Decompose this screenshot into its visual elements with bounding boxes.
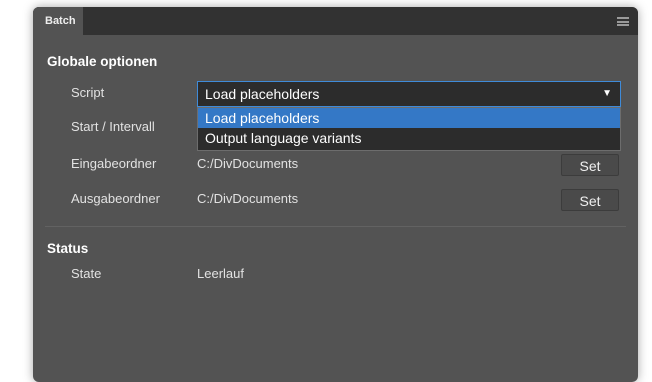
script-option-output-language-variants[interactable]: Output language variants [198,128,620,148]
script-option-load-placeholders[interactable]: Load placeholders [198,108,620,128]
state-label: State [71,266,102,281]
script-dropdown-list: Load placeholders Output language varian… [197,107,621,151]
state-value: Leerlauf [197,266,244,281]
output-folder-path: C:/DivDocuments [197,191,299,206]
panel-tab-bar: Batch [33,7,638,35]
batch-panel: Batch Globale optionen Script Start / In… [33,7,638,382]
tab-batch[interactable]: Batch [33,7,83,35]
input-folder-set-button[interactable]: Set [561,154,619,176]
script-select[interactable]: Load placeholders ▼ [197,81,621,107]
section-divider [45,226,626,227]
output-folder-label: Ausgabeordner [71,191,160,206]
input-folder-path: C:/DivDocuments [197,156,299,171]
script-select-value: Load placeholders [205,86,320,102]
panel-menu-icon[interactable] [617,17,629,26]
dropdown-arrow-icon[interactable]: ▼ [602,82,612,106]
status-heading: Status [47,241,89,256]
global-options-heading: Globale optionen [47,54,158,69]
output-folder-set-button[interactable]: Set [561,189,619,211]
start-interval-label: Start / Intervall [71,119,155,134]
input-folder-label: Eingabeordner [71,156,157,171]
script-label: Script [71,85,105,100]
